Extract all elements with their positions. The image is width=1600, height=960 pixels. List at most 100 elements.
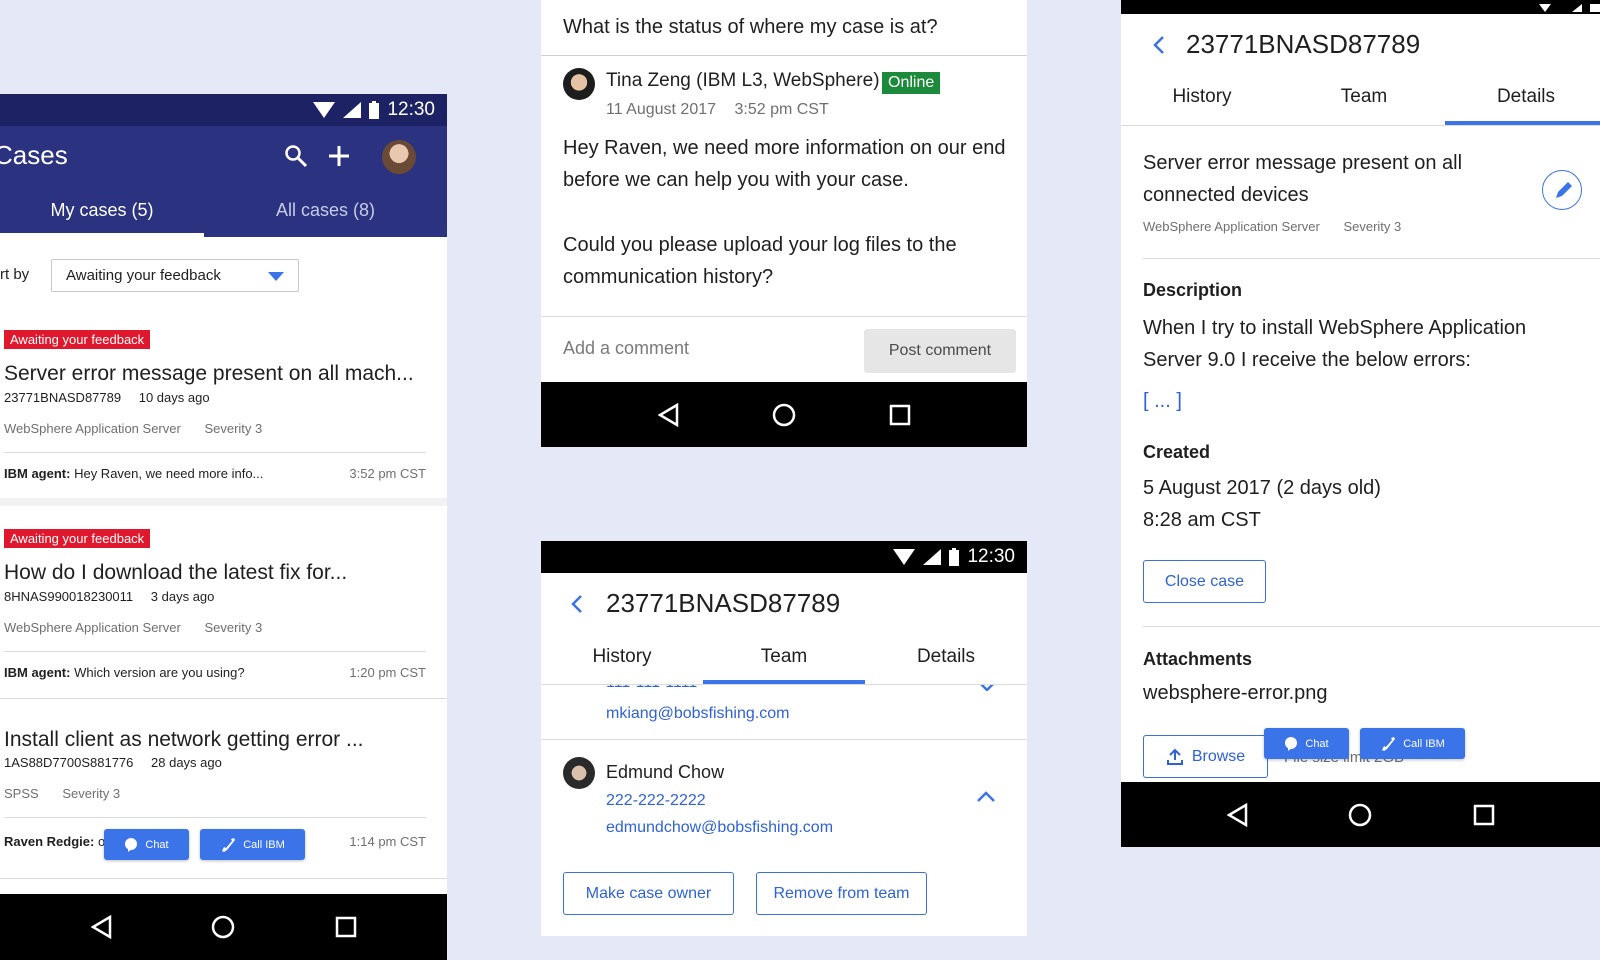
browse-button-label: Browse xyxy=(1191,747,1246,765)
case-card[interactable]: Awaiting your feedback Server error mess… xyxy=(0,330,447,470)
android-nav-bar xyxy=(1121,782,1600,847)
message-text: Which version are you using? xyxy=(74,665,245,680)
chevron-up-icon[interactable] xyxy=(977,791,995,802)
edit-button[interactable] xyxy=(1542,170,1582,210)
message-text: Hey Raven, we need more info... xyxy=(74,466,264,481)
app-header: Cases My cases (5) All cases (8) xyxy=(0,126,447,237)
home-icon[interactable] xyxy=(772,403,796,427)
android-nav-bar xyxy=(0,894,447,960)
case-product: WebSphere Application Server xyxy=(4,421,181,436)
home-icon[interactable] xyxy=(1348,803,1372,827)
wifi-icon xyxy=(893,549,916,565)
post-comment-button[interactable]: Post comment xyxy=(864,329,1016,373)
chat-button-label: Chat xyxy=(145,838,169,851)
case-card[interactable]: Awaiting your feedback How do I download… xyxy=(0,529,447,669)
make-case-owner-button[interactable]: Make case owner xyxy=(563,872,734,915)
case-age: 28 days ago xyxy=(151,755,222,770)
avatar[interactable] xyxy=(382,140,416,174)
tab-history[interactable]: History xyxy=(541,646,703,668)
battery-icon xyxy=(1590,4,1600,12)
back-arrow-icon[interactable] xyxy=(1153,35,1165,55)
back-arrow-icon[interactable] xyxy=(571,594,583,614)
tab-team[interactable]: Team xyxy=(703,646,865,668)
close-case-button[interactable]: Close case xyxy=(1143,560,1266,603)
add-icon[interactable] xyxy=(327,144,351,168)
expand-description-link[interactable]: [ ... ] xyxy=(1143,390,1182,413)
browse-button[interactable]: Browse xyxy=(1143,735,1268,778)
avatar xyxy=(563,68,595,100)
tab-details[interactable]: Details xyxy=(1445,86,1600,108)
latest-message[interactable]: IBM agent: Hey Raven, we need more info.… xyxy=(4,466,426,481)
divider xyxy=(541,316,1027,317)
comment-input[interactable]: Add a comment xyxy=(563,338,689,359)
conversation-screen: What is the status of where my case is a… xyxy=(541,0,1027,447)
recents-icon[interactable] xyxy=(889,404,911,426)
message-author: IBM agent: xyxy=(4,466,71,481)
attachments-heading: Attachments xyxy=(1143,649,1253,669)
message-body: Hey Raven, we need more information on o… xyxy=(563,137,1006,191)
divider xyxy=(541,739,1027,740)
member-email[interactable]: mkiang@bobsfishing.com xyxy=(606,705,789,723)
back-icon[interactable] xyxy=(657,402,679,427)
message-time: 1:14 pm CST xyxy=(349,834,426,849)
wifi-icon xyxy=(313,102,336,118)
status-badge: Awaiting your feedback xyxy=(4,529,151,548)
message-timestamp: 11 August 2017 3:52 pm CST xyxy=(606,101,829,119)
case-summary: Server error message present on all conn… xyxy=(1143,152,1463,206)
search-icon[interactable] xyxy=(284,144,308,168)
team-list: 111-111-1111 mkiang@bobsfishing.com Edmu… xyxy=(541,685,1027,936)
tab-history[interactable]: History xyxy=(1121,86,1283,108)
page-title: Cases xyxy=(0,140,68,170)
case-card[interactable]: Install client as network getting error … xyxy=(0,724,447,804)
active-tab-indicator xyxy=(0,233,204,237)
message-body: Could you please upload your log files t… xyxy=(563,234,957,288)
recents-icon[interactable] xyxy=(1473,804,1495,826)
case-severity: Severity 3 xyxy=(1343,219,1402,234)
signal-icon xyxy=(343,102,362,118)
divider xyxy=(4,817,426,818)
divider xyxy=(0,878,447,879)
created-date: 5 August 2017 (2 days old) xyxy=(1143,477,1381,499)
chat-button[interactable]: Chat xyxy=(104,829,189,860)
sort-dropdown[interactable]: Awaiting your feedback xyxy=(51,259,299,292)
status-bar xyxy=(1121,0,1600,14)
created-time: 8:28 am CST xyxy=(1143,509,1261,531)
chevron-down-icon[interactable] xyxy=(980,685,994,691)
status-bar: 12:30 xyxy=(0,94,447,126)
phone-icon xyxy=(222,837,236,852)
remove-from-team-button[interactable]: Remove from team xyxy=(756,872,927,915)
home-icon[interactable] xyxy=(211,915,235,939)
recents-icon[interactable] xyxy=(335,916,357,938)
question-text: What is the status of where my case is a… xyxy=(563,16,938,38)
tab-my-cases[interactable]: My cases (5) xyxy=(0,200,204,221)
case-age: 3 days ago xyxy=(150,589,215,604)
cases-screen: 12:30 Cases My cases (5) All cases (8) r… xyxy=(0,94,447,960)
case-title: Install client as network getting error … xyxy=(4,728,364,751)
back-icon[interactable] xyxy=(90,915,112,939)
member-email[interactable]: edmundchow@bobsfishing.com xyxy=(606,819,833,837)
chat-button[interactable]: Chat xyxy=(1264,728,1349,759)
case-id: 8HNAS990018230011 xyxy=(4,589,134,604)
tab-all-cases[interactable]: All cases (8) xyxy=(204,200,447,221)
back-icon[interactable] xyxy=(1226,802,1248,827)
divider xyxy=(541,55,1027,56)
signal-icon xyxy=(923,549,942,565)
case-title: How do I download the latest fix for... xyxy=(4,561,348,584)
created-heading: Created xyxy=(1143,442,1211,462)
sort-label: rt by xyxy=(0,266,30,283)
member-phone[interactable]: 111-111-1111 xyxy=(606,685,697,692)
tab-details[interactable]: Details xyxy=(865,646,1027,668)
member-phone[interactable]: 222-222-2222 xyxy=(606,792,706,810)
call-ibm-button[interactable]: Call IBM xyxy=(1360,728,1465,759)
android-nav-bar xyxy=(541,382,1027,447)
divider xyxy=(1143,258,1600,259)
latest-message[interactable]: IBM agent: Which version are you using? … xyxy=(4,665,426,680)
divider xyxy=(1121,125,1600,126)
sort-dropdown-value: Awaiting your feedback xyxy=(66,267,221,284)
pencil-icon xyxy=(1556,182,1572,198)
attachment-file[interactable]: websphere-error.png xyxy=(1143,682,1328,705)
status-bar: 12:30 xyxy=(541,541,1027,573)
divider xyxy=(1143,626,1600,627)
call-ibm-button[interactable]: Call IBM xyxy=(200,829,305,860)
tab-team[interactable]: Team xyxy=(1283,86,1445,108)
